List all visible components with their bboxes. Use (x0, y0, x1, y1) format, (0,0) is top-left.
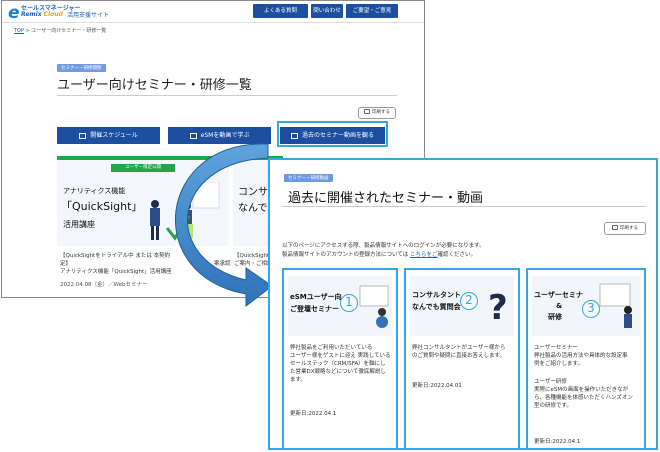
logo-cloud: Cloud (43, 11, 63, 18)
monitor-icon (189, 132, 197, 139)
card-title-line1: eSMユーザー向 (290, 293, 342, 301)
seminar-card-1[interactable]: eSMユーザー向 ご登壇セミナー 1 弊社製品をご利用いただいている ユーザー様… (282, 268, 398, 450)
card-title-line2: ご登壇セミナー (290, 305, 339, 313)
card-date: 更新日:2022.04.01 (412, 383, 462, 389)
category-tag: セミナー・研修開催 (57, 64, 106, 72)
page-title: ユーザー向けセミナー・研修一覧 (57, 78, 252, 93)
card-desc-1: ユーザーセミナー (534, 345, 578, 351)
here-link[interactable]: こちらをご (410, 252, 438, 258)
video-tag: セミナー・研修動画 (284, 174, 333, 182)
logo-subtitle: 活用支援サイト (67, 12, 110, 19)
card-desc-8: 型の研修です。 (534, 403, 572, 409)
faq-button[interactable]: よくある質問 (253, 4, 308, 18)
card-image: ユーザーセミナ & 研修 3 (532, 276, 640, 336)
logo-remix: Remix (21, 11, 44, 18)
card-desc-5: ます。 (290, 377, 306, 383)
card-date: 更新日:2022.04.1 (290, 411, 337, 417)
site-header: e セールスマネージャー Remix Cloud 活用支援サイト よくある質問 … (2, 1, 424, 23)
card-title-line3: 研修 (548, 313, 562, 321)
card-desc-5: ユーザー研修 (534, 379, 567, 385)
number-badge-3: 3 (582, 300, 600, 318)
breadcrumb-top-link[interactable]: TOP (14, 28, 24, 34)
card-desc-3: セールステック（CRM/SFA）を軸にし (290, 361, 386, 367)
card-title-amp: & (556, 302, 563, 310)
print-icon (612, 225, 618, 230)
breadcrumb-current: > ユーザー向けセミナー・研修一覧 (24, 28, 107, 34)
card-heading-3: 活用講座 (63, 220, 95, 229)
print-label: 印刷する (372, 110, 390, 115)
logo-mark[interactable]: e (8, 3, 20, 23)
print-label: 印刷する (620, 226, 638, 231)
question-mark-icon: ? (488, 288, 508, 328)
number-badge-1: 1 (340, 294, 358, 312)
card-date: 2022.04.08（金）／Webセミナー (60, 282, 148, 288)
print-button[interactable]: 印刷する (604, 222, 646, 235)
card-title-line1: コンサルタント (412, 291, 461, 299)
card-desc-2: のご質問や疑問に直接お答えします。 (412, 353, 505, 359)
card-desc-7: ら、各種機能を体感いただくハンズオン (534, 395, 633, 401)
card-title-line2: なんでも質問会 (412, 303, 461, 311)
title-divider (282, 206, 646, 207)
past-seminar-window: セミナー・研修動画 過去に開催されたセミナー・動画 印刷する 以下のページにアク… (268, 158, 658, 450)
card-image: eSMユーザー向 ご登壇セミナー 1 (288, 276, 392, 336)
print-button[interactable]: 印刷する (358, 107, 396, 119)
title-divider (57, 95, 397, 96)
card-image: コンサルタント なんでも質問会 ? 2 (410, 276, 514, 336)
seminar-card-3[interactable]: ユーザーセミナ & 研修 3 ユーザーセミナー 弊社製品の活用方法や具体的な設定… (526, 268, 646, 450)
card-desc-1: 弊社製品をご利用いただいている (290, 345, 373, 351)
schedule-button[interactable]: 開催スケジュール (57, 127, 160, 144)
number-badge-2: 2 (460, 292, 478, 310)
speaker-illustration (359, 285, 389, 328)
account-notice-end: 確認ください。 (437, 252, 477, 258)
contact-button[interactable]: 問い合わせ (311, 4, 343, 18)
calendar-icon (79, 132, 87, 139)
card-desc-1: 弊社コンサルタントがユーザー様から (412, 345, 506, 351)
login-notice: 以下のページにアクセスする際、製品情報サイトへのログインが必要になります。 (282, 243, 485, 249)
card-title-line1: ユーザーセミナ (534, 291, 583, 299)
card-heading-1: アナリティクス機能 (63, 187, 126, 195)
past-seminar-title: 過去に開催されたセミナー・動画 (288, 191, 484, 206)
card-date: 更新日:2022.04.1 (534, 439, 581, 445)
feedback-button[interactable]: ご要望・ご意見 (346, 4, 398, 18)
account-notice: 製品情報サイトのアカウントの登録方法については こちらをご確認ください。 (282, 251, 476, 259)
seminar-card-2[interactable]: コンサルタント なんでも質問会 ? 2 弊社コンサルタントがユーザー様から のご… (404, 268, 520, 450)
presenter-illustration (599, 283, 632, 328)
card-desc-3: 例をご紹介します。 (534, 361, 583, 367)
card-heading-2: 「QuickSight」 (61, 200, 143, 213)
schedule-label: 開催スケジュール (90, 132, 138, 139)
card-desc-6: 実際にeSMの画面を操作いただきなが (534, 387, 629, 393)
print-icon (364, 109, 370, 114)
video-learn-label: eSMを動画で学ぶ (200, 132, 250, 139)
card-desc-2: ユーザー様をゲストに迎え 実践している (290, 353, 391, 359)
card-desc-4: た営業DX戦略などについて徹底解説し (290, 369, 386, 375)
logo-line2: Remix Cloud (21, 11, 63, 18)
card-desc-2: 弊社製品の活用方法や具体的な設定事 (534, 353, 628, 359)
card-desc-line2: 定】 (60, 261, 72, 267)
account-notice-text: 製品情報サイトのアカウントの登録方法については (282, 252, 409, 258)
breadcrumb: TOP > ユーザー向けセミナー・研修一覧 (14, 27, 106, 34)
